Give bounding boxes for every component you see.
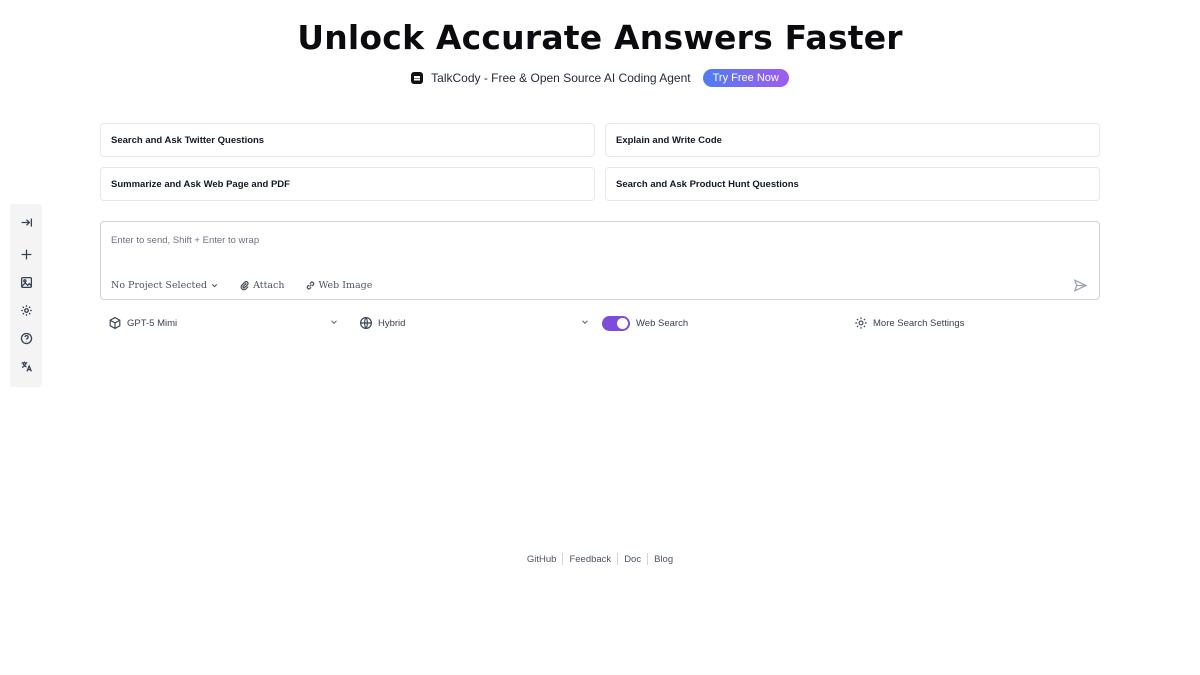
promo-text: TalkCody - Free & Open Source AI Coding …	[431, 71, 691, 85]
model-select[interactable]: GPT-5 Mimi	[108, 313, 177, 333]
footer-link-feedback[interactable]: Feedback	[563, 554, 617, 565]
web-search-toggle[interactable]	[602, 315, 630, 331]
composer-toolbar: No Project Selected Attach Web Image	[111, 280, 372, 291]
send-icon	[1073, 279, 1088, 292]
attach-label: Attach	[253, 280, 285, 291]
footer-links: GitHub Feedback Doc Blog	[0, 553, 1200, 565]
chat-composer: No Project Selected Attach Web Image	[100, 221, 1100, 300]
attach-button[interactable]: Attach	[239, 280, 285, 291]
web-search-toggle-group: Web Search	[602, 313, 688, 333]
globe-icon	[360, 317, 372, 329]
send-button[interactable]	[1073, 278, 1089, 294]
model-select-label: GPT-5 Mimi	[127, 317, 178, 329]
link-icon	[306, 281, 314, 290]
more-search-settings-button[interactable]: More Search Settings	[854, 313, 964, 333]
search-options-bar: GPT-5 Mimi Hybrid Web Search More Search…	[100, 313, 1100, 333]
suggestion-card[interactable]: Search and Ask Twitter Questions	[100, 123, 595, 157]
chat-input[interactable]	[111, 232, 1071, 248]
mode-select[interactable]: Hybrid	[359, 313, 405, 333]
web-image-button[interactable]: Web Image	[305, 280, 373, 291]
chevron-down-icon	[211, 284, 218, 288]
chat-bubble-icon	[411, 72, 424, 84]
page-title: Unlock Accurate Answers Faster	[297, 18, 903, 57]
chevron-down-icon[interactable]	[329, 317, 339, 327]
footer-link-doc[interactable]: Doc	[618, 554, 647, 565]
cube-icon	[109, 316, 121, 330]
footer-link-github[interactable]: GitHub	[521, 554, 563, 565]
footer-link-blog[interactable]: Blog	[648, 554, 679, 565]
gear-icon[interactable]	[18, 302, 34, 318]
plus-icon[interactable]	[18, 246, 34, 262]
project-select[interactable]: No Project Selected	[111, 280, 219, 291]
promo-banner: TalkCody - Free & Open Source AI Coding …	[0, 69, 1200, 87]
web-search-label: Web Search	[636, 317, 689, 329]
web-image-label: Web Image	[318, 280, 373, 291]
mode-select-label: Hybrid	[378, 317, 406, 329]
gear-icon	[855, 317, 867, 329]
project-select-label: No Project Selected	[111, 280, 208, 291]
paperclip-icon	[240, 281, 249, 291]
more-search-settings-label: More Search Settings	[873, 317, 965, 329]
image-icon[interactable]	[18, 274, 34, 290]
help-circle-icon[interactable]	[18, 330, 34, 346]
chevron-down-icon[interactable]	[580, 317, 590, 327]
sidebar	[10, 204, 42, 387]
suggestion-card[interactable]: Search and Ask Product Hunt Questions	[605, 167, 1100, 201]
try-free-now-button[interactable]: Try Free Now	[702, 69, 789, 87]
suggestion-card[interactable]: Explain and Write Code	[605, 123, 1100, 157]
translate-icon[interactable]	[18, 358, 34, 374]
suggestion-grid: Search and Ask Twitter Questions Explain…	[100, 123, 1100, 201]
suggestion-card[interactable]: Summarize and Ask Web Page and PDF	[100, 167, 595, 201]
collapse-arrow-icon[interactable]	[18, 214, 34, 230]
